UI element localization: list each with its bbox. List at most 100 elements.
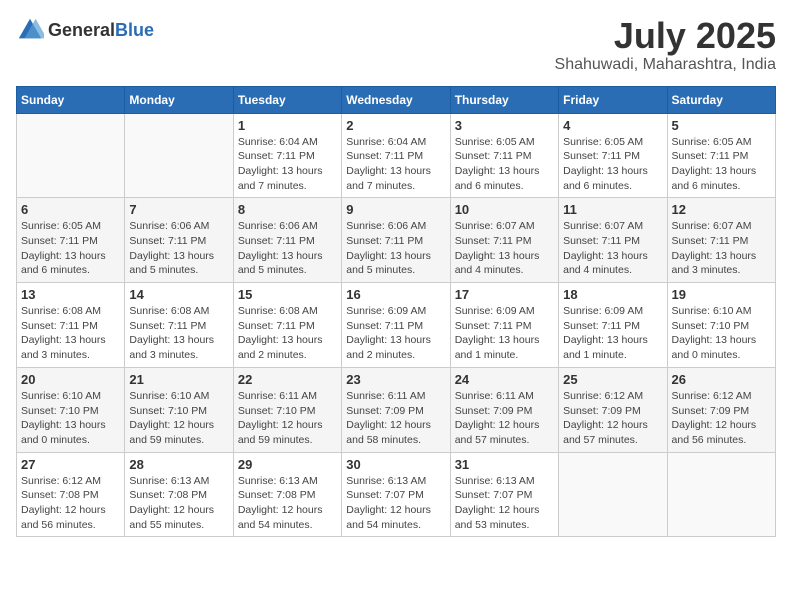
day-number: 20 xyxy=(21,372,120,387)
calendar-cell: 22 Sunrise: 6:11 AM Sunset: 7:10 PM Dayli… xyxy=(233,367,341,452)
day-info: Sunrise: 6:09 AM Sunset: 7:11 PM Dayligh… xyxy=(346,304,445,363)
day-number: 25 xyxy=(563,372,662,387)
day-number: 4 xyxy=(563,118,662,133)
day-number: 19 xyxy=(672,287,771,302)
day-number: 8 xyxy=(238,202,337,217)
day-header-tuesday: Tuesday xyxy=(233,86,341,113)
calendar-cell: 14 Sunrise: 6:08 AM Sunset: 7:11 PM Dayli… xyxy=(125,283,233,368)
calendar-cell: 20 Sunrise: 6:10 AM Sunset: 7:10 PM Dayli… xyxy=(17,367,125,452)
calendar-cell: 7 Sunrise: 6:06 AM Sunset: 7:11 PM Daylig… xyxy=(125,198,233,283)
calendar-cell: 13 Sunrise: 6:08 AM Sunset: 7:11 PM Dayli… xyxy=(17,283,125,368)
day-info: Sunrise: 6:06 AM Sunset: 7:11 PM Dayligh… xyxy=(238,219,337,278)
calendar-cell: 6Sunrise: 6:05 AM Sunset: 7:11 PM Daylig… xyxy=(17,198,125,283)
day-info: Sunrise: 6:08 AM Sunset: 7:11 PM Dayligh… xyxy=(21,304,120,363)
day-header-friday: Friday xyxy=(559,86,667,113)
day-number: 11 xyxy=(563,202,662,217)
day-number: 28 xyxy=(129,457,228,472)
day-info: Sunrise: 6:08 AM Sunset: 7:11 PM Dayligh… xyxy=(238,304,337,363)
calendar-subtitle: Shahuwadi, Maharashtra, India xyxy=(555,56,776,74)
calendar-cell: 17 Sunrise: 6:09 AM Sunset: 7:11 PM Dayli… xyxy=(450,283,558,368)
day-number: 27 xyxy=(21,457,120,472)
day-info: Sunrise: 6:10 AM Sunset: 7:10 PM Dayligh… xyxy=(21,389,120,448)
logo-icon xyxy=(16,16,44,44)
calendar-cell: 18Sunrise: 6:09 AM Sunset: 7:11 PM Dayli… xyxy=(559,283,667,368)
day-info: Sunrise: 6:04 AM Sunset: 7:11 PM Dayligh… xyxy=(346,135,445,194)
calendar-cell: 4 Sunrise: 6:05 AM Sunset: 7:11 PM Daylig… xyxy=(559,113,667,198)
day-info: Sunrise: 6:08 AM Sunset: 7:11 PM Dayligh… xyxy=(129,304,228,363)
day-header-wednesday: Wednesday xyxy=(342,86,450,113)
calendar-cell: 31Sunrise: 6:13 AM Sunset: 7:07 PM Dayli… xyxy=(450,452,558,537)
calendar-cell xyxy=(667,452,775,537)
day-number: 29 xyxy=(238,457,337,472)
calendar-cell: 19 Sunrise: 6:10 AM Sunset: 7:10 PM Dayli… xyxy=(667,283,775,368)
day-number: 1 xyxy=(238,118,337,133)
calendar-cell: 12 Sunrise: 6:07 AM Sunset: 7:11 PM Dayli… xyxy=(667,198,775,283)
day-info: Sunrise: 6:05 AM Sunset: 7:11 PM Dayligh… xyxy=(672,135,771,194)
day-header-saturday: Saturday xyxy=(667,86,775,113)
day-number: 10 xyxy=(455,202,554,217)
day-number: 30 xyxy=(346,457,445,472)
day-number: 9 xyxy=(346,202,445,217)
calendar-cell: 26 Sunrise: 6:12 AM Sunset: 7:09 PM Dayli… xyxy=(667,367,775,452)
day-number: 3 xyxy=(455,118,554,133)
day-info: Sunrise: 6:05 AM Sunset: 7:11 PM Dayligh… xyxy=(563,135,662,194)
calendar-cell: 16Sunrise: 6:09 AM Sunset: 7:11 PM Dayli… xyxy=(342,283,450,368)
calendar-cell: 23 Sunrise: 6:11 AM Sunset: 7:09 PM Dayli… xyxy=(342,367,450,452)
day-number: 7 xyxy=(129,202,228,217)
day-info: Sunrise: 6:13 AM Sunset: 7:08 PM Dayligh… xyxy=(129,474,228,533)
day-info: Sunrise: 6:12 AM Sunset: 7:08 PM Dayligh… xyxy=(21,474,120,533)
calendar-cell: 27 Sunrise: 6:12 AM Sunset: 7:08 PM Dayli… xyxy=(17,452,125,537)
day-info: Sunrise: 6:07 AM Sunset: 7:11 PM Dayligh… xyxy=(672,219,771,278)
calendar-cell: 2Sunrise: 6:04 AM Sunset: 7:11 PM Daylig… xyxy=(342,113,450,198)
calendar-cell: 11 Sunrise: 6:07 AM Sunset: 7:11 PM Dayli… xyxy=(559,198,667,283)
day-number: 12 xyxy=(672,202,771,217)
day-info: Sunrise: 6:11 AM Sunset: 7:10 PM Dayligh… xyxy=(238,389,337,448)
calendar-week-row: 20 Sunrise: 6:10 AM Sunset: 7:10 PM Dayli… xyxy=(17,367,776,452)
calendar-cell: 29Sunrise: 6:13 AM Sunset: 7:08 PM Dayli… xyxy=(233,452,341,537)
calendar-cell: 21Sunrise: 6:10 AM Sunset: 7:10 PM Dayli… xyxy=(125,367,233,452)
day-info: Sunrise: 6:12 AM Sunset: 7:09 PM Dayligh… xyxy=(672,389,771,448)
calendar-cell: 1 Sunrise: 6:04 AM Sunset: 7:11 PM Daylig… xyxy=(233,113,341,198)
calendar-cell: 9 Sunrise: 6:06 AM Sunset: 7:11 PM Daylig… xyxy=(342,198,450,283)
day-info: Sunrise: 6:10 AM Sunset: 7:10 PM Dayligh… xyxy=(129,389,228,448)
day-number: 17 xyxy=(455,287,554,302)
day-number: 26 xyxy=(672,372,771,387)
calendar-cell xyxy=(17,113,125,198)
calendar-week-row: 13 Sunrise: 6:08 AM Sunset: 7:11 PM Dayli… xyxy=(17,283,776,368)
logo: GeneralBlue xyxy=(16,16,154,44)
calendar-cell: 5Sunrise: 6:05 AM Sunset: 7:11 PM Daylig… xyxy=(667,113,775,198)
day-info: Sunrise: 6:06 AM Sunset: 7:11 PM Dayligh… xyxy=(129,219,228,278)
day-info: Sunrise: 6:05 AM Sunset: 7:11 PM Dayligh… xyxy=(455,135,554,194)
calendar-title: July 2025 xyxy=(555,16,776,56)
day-info: Sunrise: 6:07 AM Sunset: 7:11 PM Dayligh… xyxy=(563,219,662,278)
day-info: Sunrise: 6:13 AM Sunset: 7:07 PM Dayligh… xyxy=(346,474,445,533)
calendar-cell xyxy=(559,452,667,537)
day-number: 13 xyxy=(21,287,120,302)
day-number: 22 xyxy=(238,372,337,387)
day-info: Sunrise: 6:11 AM Sunset: 7:09 PM Dayligh… xyxy=(346,389,445,448)
day-info: Sunrise: 6:07 AM Sunset: 7:11 PM Dayligh… xyxy=(455,219,554,278)
calendar-cell: 3 Sunrise: 6:05 AM Sunset: 7:11 PM Daylig… xyxy=(450,113,558,198)
day-number: 23 xyxy=(346,372,445,387)
header: GeneralBlue July 2025 Shahuwadi, Maharas… xyxy=(16,16,776,74)
day-info: Sunrise: 6:10 AM Sunset: 7:10 PM Dayligh… xyxy=(672,304,771,363)
calendar-cell: 28 Sunrise: 6:13 AM Sunset: 7:08 PM Dayli… xyxy=(125,452,233,537)
day-info: Sunrise: 6:05 AM Sunset: 7:11 PM Dayligh… xyxy=(21,219,120,278)
day-header-monday: Monday xyxy=(125,86,233,113)
day-info: Sunrise: 6:06 AM Sunset: 7:11 PM Dayligh… xyxy=(346,219,445,278)
day-info: Sunrise: 6:04 AM Sunset: 7:11 PM Dayligh… xyxy=(238,135,337,194)
day-number: 14 xyxy=(129,287,228,302)
day-info: Sunrise: 6:11 AM Sunset: 7:09 PM Dayligh… xyxy=(455,389,554,448)
calendar-header: SundayMondayTuesdayWednesdayThursdayFrid… xyxy=(17,86,776,113)
calendar-cell: 8 Sunrise: 6:06 AM Sunset: 7:11 PM Daylig… xyxy=(233,198,341,283)
day-number: 24 xyxy=(455,372,554,387)
calendar-table: SundayMondayTuesdayWednesdayThursdayFrid… xyxy=(16,86,776,538)
calendar-cell: 30 Sunrise: 6:13 AM Sunset: 7:07 PM Dayli… xyxy=(342,452,450,537)
calendar-cell: 24 Sunrise: 6:11 AM Sunset: 7:09 PM Dayli… xyxy=(450,367,558,452)
day-info: Sunrise: 6:13 AM Sunset: 7:07 PM Dayligh… xyxy=(455,474,554,533)
day-header-thursday: Thursday xyxy=(450,86,558,113)
day-info: Sunrise: 6:09 AM Sunset: 7:11 PM Dayligh… xyxy=(455,304,554,363)
title-area: July 2025 Shahuwadi, Maharashtra, India xyxy=(555,16,776,74)
logo-text-blue: Blue xyxy=(115,20,154,40)
day-number: 15 xyxy=(238,287,337,302)
